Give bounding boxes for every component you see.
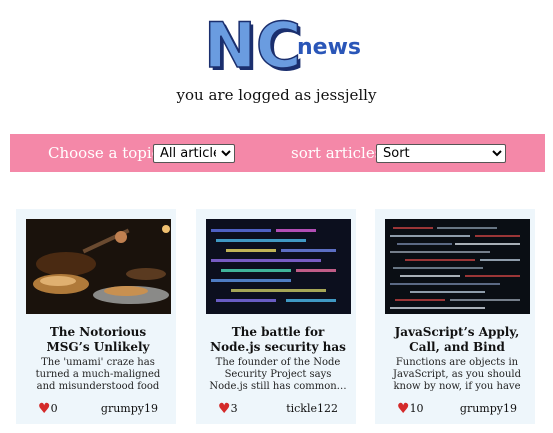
article-list: The Notorious MSG’s Unlikely Formula For… — [16, 209, 546, 424]
vote-count: ♥10 — [397, 401, 424, 417]
filter-bar: Choose a topic All articles sort article… — [10, 134, 545, 172]
food-photo-icon[interactable] — [26, 219, 171, 314]
article-author: grumpy19 — [100, 402, 158, 415]
heart-icon[interactable]: ♥ — [38, 401, 51, 417]
vote-number: 3 — [230, 402, 238, 415]
article-description: Functions are objects in JavaScript, as … — [393, 357, 521, 392]
article-title[interactable]: The Notorious MSG’s Unlikely Formula For… — [28, 325, 168, 355]
code-screen-photo-icon[interactable] — [206, 219, 351, 314]
article-author: tickle122 — [286, 402, 338, 415]
vote-number: 10 — [409, 402, 424, 415]
sort-label: sort articles — [291, 144, 383, 162]
sort-select[interactable]: Sort — [376, 144, 506, 163]
vote-count: ♥3 — [218, 401, 238, 417]
logged-in-status: you are logged as jessjelly — [176, 86, 377, 104]
logo-word: news — [297, 35, 360, 60]
vote-count: ♥0 — [38, 401, 58, 417]
article-title[interactable]: JavaScript’s Apply, Call, and Bind Metho… — [387, 325, 527, 355]
heart-icon[interactable]: ♥ — [397, 401, 410, 417]
article-title[interactable]: The battle for Node.js security has only… — [208, 325, 348, 355]
code-screen-photo-icon[interactable] — [385, 219, 530, 314]
article-card[interactable]: The battle for Node.js security has only… — [196, 209, 356, 424]
topic-select[interactable]: All articles — [153, 144, 235, 163]
article-author: grumpy19 — [459, 402, 517, 415]
article-description: The 'umami' craze has turned a much-mali… — [35, 357, 161, 392]
topic-label: Choose a topic — [48, 144, 161, 162]
heart-icon[interactable]: ♥ — [218, 401, 231, 417]
article-card[interactable]: JavaScript’s Apply, Call, and Bind Metho… — [375, 209, 535, 424]
vote-number: 0 — [50, 402, 58, 415]
logo-letters: NC — [205, 12, 301, 77]
article-card[interactable]: The Notorious MSG’s Unlikely Formula For… — [16, 209, 176, 424]
nc-news-logo: NC NC news — [203, 8, 361, 85]
article-description: The founder of the Node Security Project… — [209, 357, 347, 392]
